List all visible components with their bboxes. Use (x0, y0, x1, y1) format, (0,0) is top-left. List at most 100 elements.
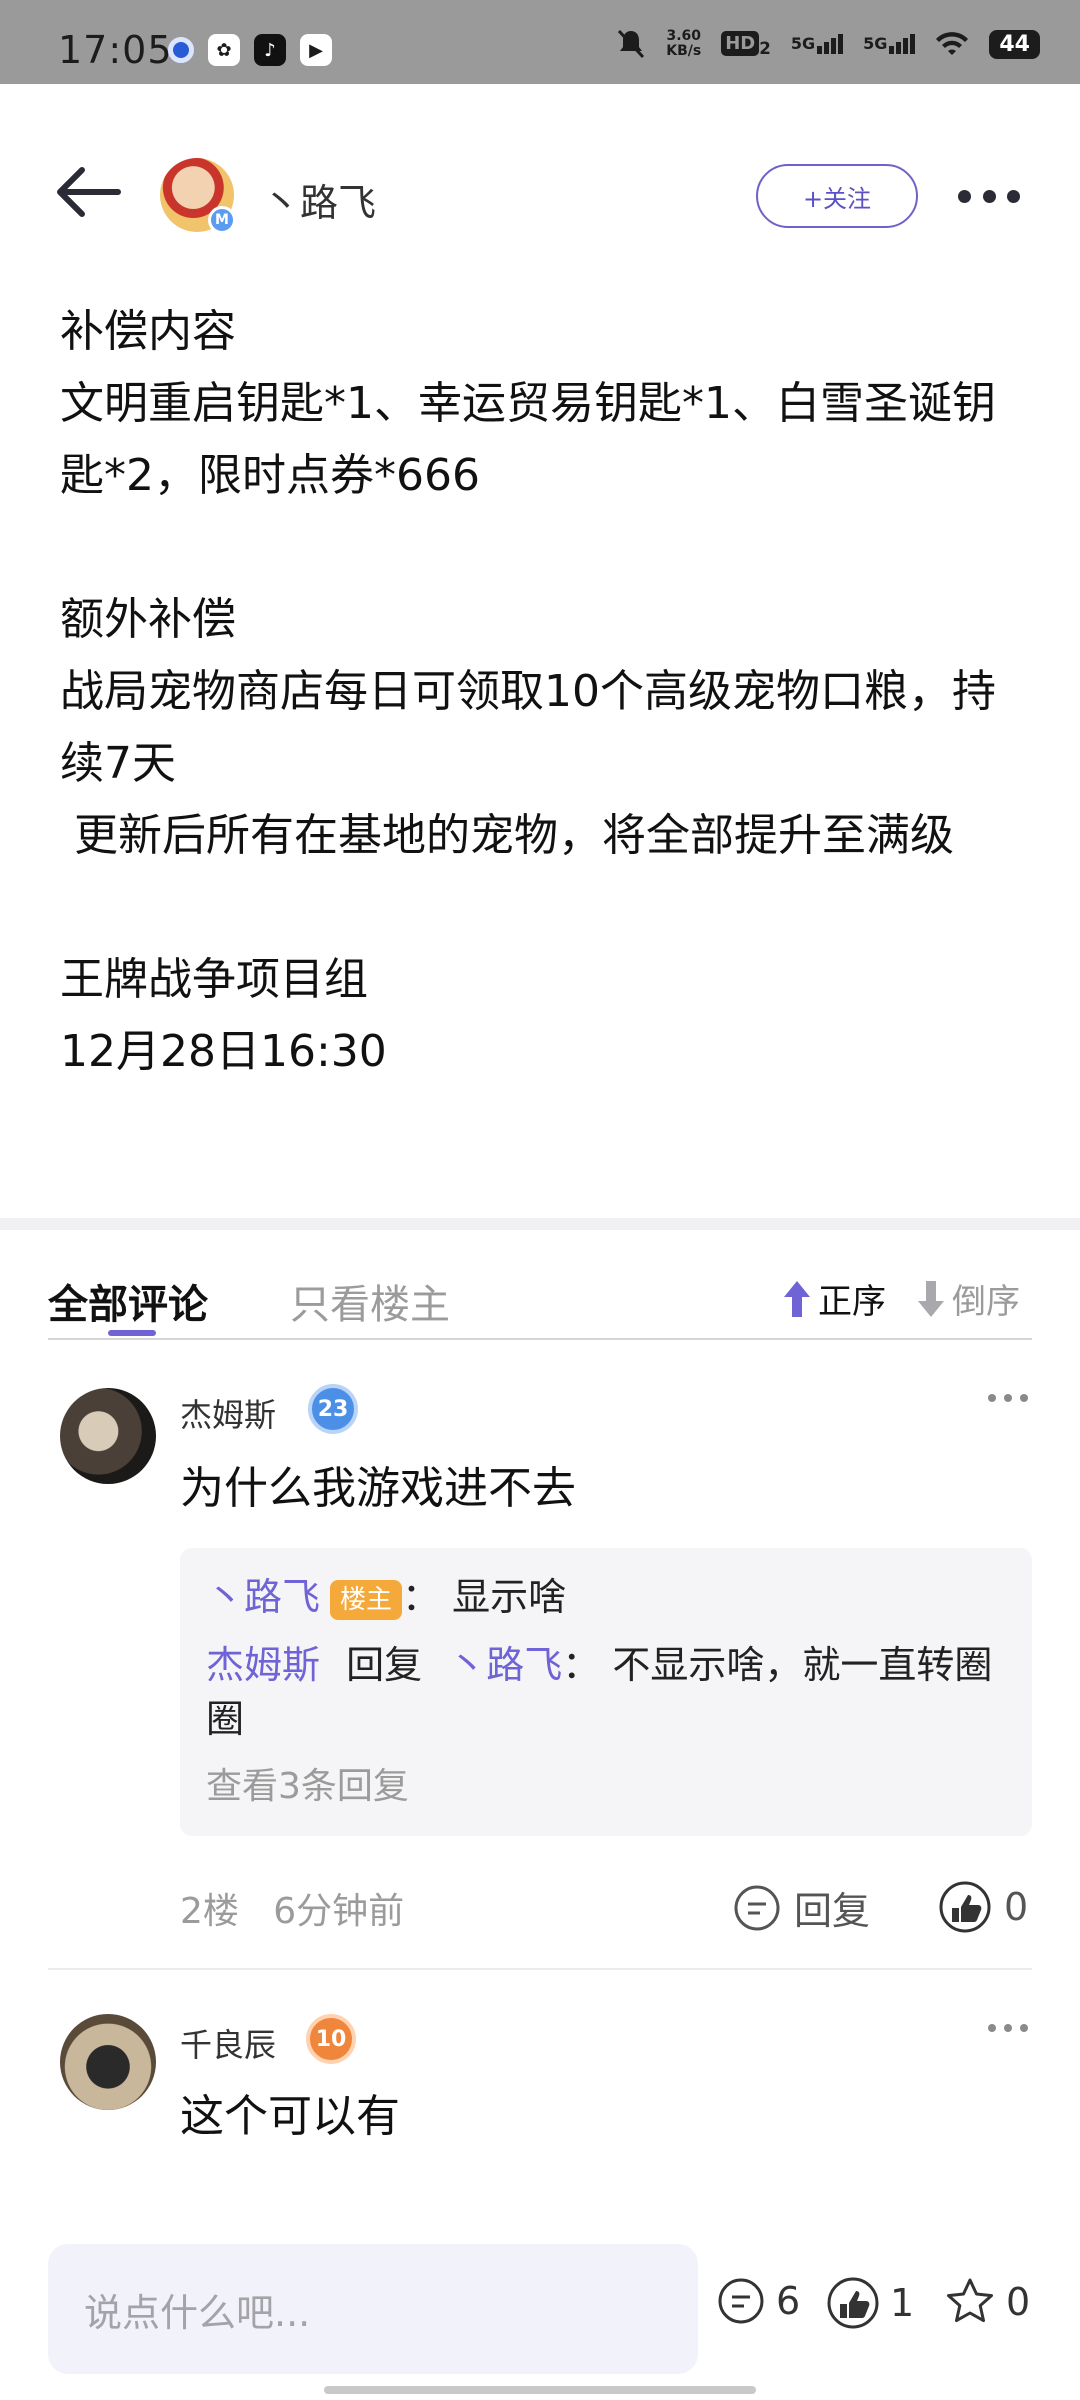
reply-verb: 回复 (346, 1643, 423, 1687)
reply-line: 杰姆斯 回复 丶路飞： 不显示啥，就一直转圈圈 (206, 1638, 1006, 1746)
level-badge-icon: 10 (306, 2014, 356, 2064)
more-options-button[interactable] (958, 184, 1020, 208)
commenter-name[interactable]: 千良辰 (180, 2020, 276, 2066)
comment-item: 杰姆斯 23 为什么我游戏进不去 丶路飞 楼主： 显示啥 杰姆斯 回复 丶路飞： … (0, 1380, 1080, 1970)
reply-author[interactable]: 杰姆斯 (206, 1643, 320, 1687)
tab-owner-only[interactable]: 只看楼主 (290, 1272, 450, 1330)
sim2-label: 5G (863, 34, 888, 53)
reply-author[interactable]: 丶路飞 (206, 1575, 320, 1619)
net-speed-unit: KB/s (666, 43, 702, 59)
comment-more-button[interactable] (988, 1394, 1028, 1406)
back-button[interactable] (52, 162, 122, 222)
comment-input[interactable]: 说点什么吧... (48, 2244, 698, 2374)
tab-all-comments[interactable]: 全部评论 (48, 1272, 208, 1330)
star-count: 0 (1006, 2280, 1031, 2324)
tabs-divider (48, 1338, 1032, 1340)
hd-label: HD (721, 31, 760, 56)
verified-badge-icon: M (208, 206, 236, 234)
post-line (60, 512, 1020, 584)
comment-time: 6分钟前 (273, 1891, 405, 1932)
back-arrow-icon (57, 167, 121, 217)
sim1-label: 5G (790, 34, 816, 53)
comment-more-button[interactable] (988, 2024, 1028, 2036)
comment-meta: 2楼 6分钟前 (180, 1882, 404, 1934)
mute-icon (616, 28, 646, 60)
floor-number: 2楼 (180, 1891, 239, 1932)
status-time: 17:05 (58, 28, 173, 72)
commenter-avatar[interactable] (60, 2014, 156, 2110)
dot-icon (1020, 2024, 1028, 2032)
reply-button[interactable]: 回复 (732, 1880, 870, 1935)
dot-icon (1007, 189, 1020, 203)
star-icon (947, 2278, 993, 2323)
thumbs-up-icon (827, 2277, 879, 2329)
follow-button[interactable]: +关注 (756, 164, 918, 228)
dot-icon (1004, 2024, 1012, 2032)
dot-icon (1004, 1394, 1012, 1402)
home-indicator[interactable] (324, 2386, 756, 2394)
reply-target[interactable]: 丶路飞 (448, 1643, 562, 1687)
notification-icons: ✿ ♪ ▶ (168, 34, 332, 66)
dot-icon (982, 189, 996, 203)
sim1-signal-icon: 5G (790, 34, 844, 54)
sort-asc-label: 正序 (818, 1282, 886, 1322)
section-divider (0, 1218, 1080, 1230)
comment-text: 这个可以有 (180, 2091, 400, 2142)
post-header: M 丶路飞 +关注 (0, 84, 1080, 314)
post-line: 额外补偿 (60, 594, 236, 645)
comment-count: 6 (776, 2279, 801, 2323)
battery-icon: 44 (989, 29, 1040, 59)
wifi-icon (935, 31, 969, 57)
commenter-name[interactable]: 杰姆斯 (180, 1390, 276, 1436)
owner-badge: 楼主 (330, 1579, 403, 1620)
comments-button[interactable]: 6 (716, 2276, 800, 2326)
sort-ascending-button[interactable]: 正序 (782, 1274, 886, 1323)
arrow-up-icon (784, 1280, 810, 1317)
comment-text: 为什么我游戏进不去 (180, 1463, 576, 1514)
dot-icon (1020, 1394, 1028, 1402)
hd-sub: 2 (759, 39, 771, 58)
status-indicators: 3.60 KB/s HD 2 5G 5G 44 (616, 28, 1040, 60)
sort-desc-label: 倒序 (952, 1282, 1020, 1322)
net-speed: 3.60 KB/s (666, 29, 701, 59)
author-name[interactable]: 丶路飞 (262, 172, 376, 227)
status-bar: 17:05 ✿ ♪ ▶ 3.60 KB/s HD 2 5G 5G 44 (0, 0, 1080, 84)
comment-tabs: 全部评论 只看楼主 正序 倒序 (0, 1230, 1080, 1340)
post-content: 补偿内容 文明重启钥匙*1、幸运贸易钥匙*1、白雪圣诞钥匙*2，限时点券*666… (60, 296, 1020, 1088)
like-count: 0 (1004, 1885, 1029, 1929)
post-line (60, 872, 1020, 944)
gallery-notification-icon: ✿ (208, 34, 240, 66)
sort-descending-button[interactable]: 倒序 (916, 1274, 1020, 1323)
reply-preview-box[interactable]: 丶路飞 楼主： 显示啥 杰姆斯 回复 丶路飞： 不显示啥，就一直转圈圈 查看3条回… (180, 1548, 1032, 1836)
net-speed-value: 3.60 (666, 28, 702, 44)
reply-text: 显示啥 (452, 1575, 567, 1619)
view-more-replies-link[interactable]: 查看3条回复 (206, 1760, 1006, 1814)
post-line: 战局宠物商店每日可领取10个高级宠物口粮，持续7天 (60, 666, 996, 789)
post-line: 王牌战争项目组 (60, 954, 368, 1005)
reply-colon: ： (402, 1575, 441, 1619)
video-app-notification-icon: ▶ (300, 34, 332, 66)
favorite-button[interactable]: 0 (944, 2276, 1030, 2328)
reply-label: 回复 (794, 1889, 871, 1933)
post-line: 更新后所有在基地的宠物，将全部提升至满级 (60, 810, 954, 861)
commenter-avatar[interactable] (60, 1388, 156, 1484)
reply-text: 不显示啥，就一直转圈圈 (206, 1643, 993, 1741)
comment-bubble-icon (718, 2278, 764, 2324)
comment-item: 千良辰 10 这个可以有 (0, 2010, 1080, 2220)
like-button[interactable]: 0 (938, 1880, 1028, 1934)
level-badge-icon: 23 (308, 1384, 358, 1434)
bottom-action-bar: 说点什么吧... 6 1 0 (0, 2220, 1080, 2400)
active-tab-indicator (108, 1330, 156, 1336)
comment-divider (48, 1968, 1032, 1970)
tiktok-notification-icon: ♪ (254, 34, 286, 66)
arrow-down-icon (918, 1280, 944, 1317)
dot-icon (988, 1394, 996, 1402)
post-line: 文明重启钥匙*1、幸运贸易钥匙*1、白雪圣诞钥匙*2，限时点券*666 (60, 378, 996, 501)
like-post-button[interactable]: 1 (826, 2276, 914, 2330)
reply-bubble-icon (734, 1885, 780, 1930)
browser-notification-icon (168, 37, 194, 63)
dot-icon (958, 189, 971, 203)
dot-icon (988, 2024, 996, 2032)
post-line: 12月28日16:30 (60, 1026, 387, 1077)
sim2-signal-icon: 5G (863, 34, 916, 54)
